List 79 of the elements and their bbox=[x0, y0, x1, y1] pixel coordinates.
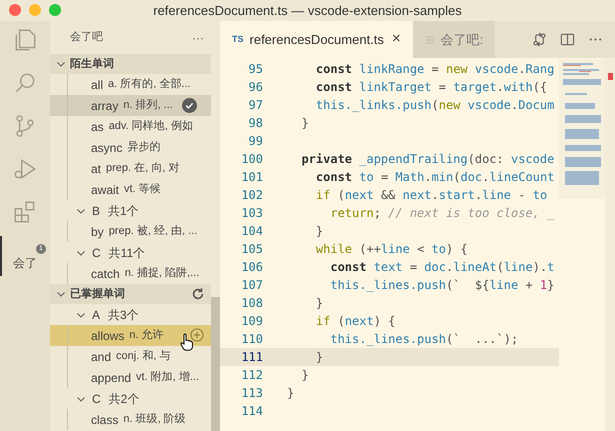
line-number: 98 bbox=[248, 115, 263, 132]
error-marker bbox=[608, 73, 612, 80]
group-letter: A bbox=[92, 306, 100, 324]
close-window-button[interactable] bbox=[9, 4, 21, 16]
code-line: } bbox=[287, 385, 294, 402]
line-number: 102 bbox=[240, 187, 263, 204]
line-number: 100 bbox=[240, 151, 263, 168]
word-row[interactable]: at prep. 在, 向, 对 bbox=[50, 158, 211, 179]
line-number: 108 bbox=[240, 295, 263, 312]
code-line: } bbox=[300, 115, 309, 132]
line-number: 111 bbox=[240, 349, 263, 366]
check-icon[interactable] bbox=[182, 98, 197, 113]
compare-changes-icon[interactable] bbox=[532, 32, 547, 47]
line-number: 95 bbox=[248, 61, 263, 78]
code-line: if (next && next.start.line - to bbox=[314, 187, 548, 204]
more-actions-button[interactable]: ··· bbox=[192, 28, 204, 46]
code-line: } bbox=[300, 367, 309, 384]
group-letter: C bbox=[92, 244, 101, 262]
window-title: referencesDocument.ts — vscode-extension-samples bbox=[153, 2, 462, 20]
code-line: } bbox=[314, 223, 324, 240]
line-number: 110 bbox=[240, 331, 263, 348]
group-letter: B bbox=[92, 202, 100, 220]
editor-tab[interactable]: TS referencesDocument.ts × bbox=[220, 21, 413, 58]
code-line: const text = doc.lineAt(line).t bbox=[329, 259, 554, 276]
line-number: 96 bbox=[248, 79, 263, 96]
group-count: 共11个 bbox=[108, 244, 146, 262]
line-number: 97 bbox=[248, 97, 263, 114]
chevron-icon[interactable] bbox=[56, 59, 66, 69]
code-line: if (next) { bbox=[314, 313, 396, 330]
code-line: } bbox=[314, 295, 324, 312]
code-line: const linkTarget = target.with({ bbox=[314, 79, 548, 96]
sidebar-title: 会了吧 bbox=[70, 30, 103, 46]
close-tab-button[interactable]: × bbox=[392, 28, 401, 51]
section-title: 已掌握单词 bbox=[70, 286, 125, 302]
add-icon[interactable] bbox=[190, 328, 204, 342]
hand-cursor-icon bbox=[180, 333, 194, 351]
word-row[interactable]: as adv. 同样地, 例如 bbox=[50, 116, 211, 137]
word-row[interactable]: catch n. 捕捉, 陷阱,... bbox=[50, 263, 211, 284]
code-line: const linkRange = new vscode.Rang bbox=[314, 61, 554, 78]
line-number: 99 bbox=[248, 133, 263, 150]
line-number: 103 bbox=[240, 205, 263, 222]
typescript-file-icon: TS bbox=[232, 32, 244, 46]
code-line: while (++line < to) { bbox=[314, 241, 468, 258]
refresh-icon[interactable] bbox=[191, 287, 205, 301]
word-row[interactable]: append vt. 附加, 增... bbox=[50, 367, 211, 388]
code-line: this._links.push(new vscode.Docum bbox=[314, 97, 554, 114]
line-number: 114 bbox=[240, 403, 263, 420]
word-row[interactable]: class n. 班级, 阶级 bbox=[50, 409, 211, 430]
extension-view-tab[interactable]: 会了 bbox=[13, 254, 37, 272]
word-row[interactable]: async 异步的 bbox=[50, 137, 211, 158]
word-row[interactable]: all a. 所有的, 全部... bbox=[50, 74, 211, 95]
run-debug-icon[interactable] bbox=[12, 156, 38, 182]
group-count: 共1个 bbox=[108, 202, 139, 220]
word-row[interactable]: by prep. 被, 经, 由, ... bbox=[50, 221, 211, 242]
code-line: this._lines.push(` ${line + 1} bbox=[329, 277, 554, 294]
code-line: this._lines.push(` ...`); bbox=[329, 331, 518, 348]
split-editor-icon[interactable] bbox=[560, 32, 575, 47]
chevron-icon[interactable] bbox=[56, 289, 66, 299]
list-icon bbox=[424, 34, 435, 44]
code-line: } bbox=[314, 349, 324, 366]
group-count: 共2个 bbox=[108, 390, 140, 408]
line-number: 112 bbox=[240, 367, 263, 384]
word-row[interactable]: array n. 排列, ... bbox=[50, 95, 211, 116]
code-line: private _appendTrailing(doc: vscode bbox=[300, 151, 554, 168]
group-count: 共3个 bbox=[108, 306, 139, 324]
word-row[interactable]: and conj. 和, 与 bbox=[50, 346, 211, 367]
scrollbar-thumb[interactable] bbox=[211, 297, 220, 431]
word-row[interactable]: await vt. 等候 bbox=[50, 179, 211, 200]
line-number: 109 bbox=[240, 313, 263, 330]
section-title: 陌生单词 bbox=[70, 56, 114, 72]
code-line: return; // next is too close, _ bbox=[329, 205, 554, 222]
line-number: 106 bbox=[240, 259, 263, 276]
line-number: 104 bbox=[240, 223, 263, 240]
group-letter: C bbox=[92, 390, 101, 408]
code-line: const to = Math.min(doc.lineCount bbox=[314, 169, 554, 186]
line-number: 107 bbox=[240, 277, 263, 294]
line-number: 101 bbox=[240, 169, 263, 186]
line-number: 113 bbox=[240, 385, 263, 402]
line-number: 105 bbox=[240, 241, 263, 258]
